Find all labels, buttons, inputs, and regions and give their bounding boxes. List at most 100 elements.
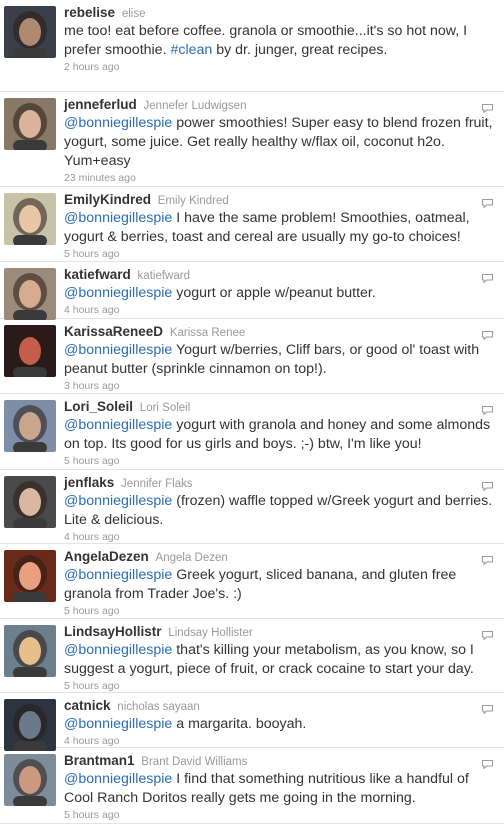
tweet-text: @bonniegillespie Yogurt w/berries, Cliff… xyxy=(64,341,498,379)
mention-link[interactable]: @bonniegillespie xyxy=(64,567,172,583)
reply-icon[interactable] xyxy=(481,103,494,114)
timestamp-link[interactable]: 5 hours ago xyxy=(64,604,498,620)
screen-name-link[interactable]: AngelaDezen xyxy=(64,549,149,564)
avatar-image xyxy=(4,476,56,528)
mention-link[interactable]: @bonniegillespie xyxy=(64,493,172,509)
tweet-body: a margarita. booyah. xyxy=(176,716,307,732)
tweet-header: LindsayHollistr Lindsay Hollister xyxy=(64,623,498,640)
mention-link[interactable]: @bonniegillespie xyxy=(64,642,172,658)
full-name: Angela Dezen xyxy=(155,552,228,564)
screen-name-link[interactable]: LindsayHollistr xyxy=(64,624,162,639)
tweet-header: catnick nicholas sayaan xyxy=(64,697,498,714)
tweet-item[interactable]: Lori_Soleil Lori Soleil @bonniegillespie… xyxy=(0,394,504,470)
timestamp-link[interactable]: 5 hours ago xyxy=(64,247,498,263)
tweet-item[interactable]: catnick nicholas sayaan @bonniegillespie… xyxy=(0,693,504,751)
avatar[interactable] xyxy=(4,699,56,751)
avatar[interactable] xyxy=(4,550,56,602)
mention-link[interactable]: @bonniegillespie xyxy=(64,771,172,787)
tweet-text: @bonniegillespie yogurt with granola and… xyxy=(64,416,498,454)
avatar[interactable] xyxy=(4,193,56,245)
tweet-text: @bonniegillespie that's killing your met… xyxy=(64,641,498,679)
tweet-item[interactable]: KarissaReneeD Karissa Renee @bonniegille… xyxy=(0,319,504,394)
tweet-body-continued: by dr. junger, great recipes. xyxy=(216,42,388,58)
timestamp-link[interactable]: 2 hours ago xyxy=(64,60,498,76)
screen-name-link[interactable]: KarissaReneeD xyxy=(64,324,163,339)
tweet-header: jenflaks Jennifer Flaks xyxy=(64,474,498,491)
screen-name-link[interactable]: rebelise xyxy=(64,5,115,20)
timestamp-link[interactable]: 5 hours ago xyxy=(64,454,498,470)
screen-name-link[interactable]: catnick xyxy=(64,698,111,713)
tweet-header: Brantman1 Brant David Williams xyxy=(64,752,498,769)
full-name: Brant David Williams xyxy=(141,756,248,768)
avatar[interactable] xyxy=(4,625,56,677)
avatar-image xyxy=(4,550,56,602)
avatar-image xyxy=(4,6,56,58)
mention-link[interactable]: @bonniegillespie xyxy=(64,342,172,358)
avatar-image xyxy=(4,400,56,452)
tweet-text: @bonniegillespie power smoothies! Super … xyxy=(64,114,498,171)
reply-icon[interactable] xyxy=(481,405,494,416)
reply-icon[interactable] xyxy=(481,273,494,284)
avatar-image xyxy=(4,699,56,751)
mention-link[interactable]: @bonniegillespie xyxy=(64,417,172,433)
full-name: katiefward xyxy=(137,270,190,282)
full-name: Jennefer Ludwigsen xyxy=(143,100,247,112)
tweet-header: Lori_Soleil Lori Soleil xyxy=(64,398,498,415)
mention-link[interactable]: @bonniegillespie xyxy=(64,716,172,732)
screen-name-link[interactable]: jenneferlud xyxy=(64,97,137,112)
mention-link[interactable]: @bonniegillespie xyxy=(64,115,172,131)
tweet-item[interactable]: Brantman1 Brant David Williams @bonniegi… xyxy=(0,748,504,824)
tweet-item[interactable]: jenneferlud Jennefer Ludwigsen @bonniegi… xyxy=(0,92,504,187)
tweet-header: katiefward katiefward xyxy=(64,266,498,283)
full-name: Lori Soleil xyxy=(139,402,191,414)
reply-icon[interactable] xyxy=(481,704,494,715)
avatar-image xyxy=(4,325,56,377)
avatar[interactable] xyxy=(4,325,56,377)
screen-name-link[interactable]: Lori_Soleil xyxy=(64,399,133,414)
mention-link[interactable]: @bonniegillespie xyxy=(64,210,172,226)
full-name: Jennifer Flaks xyxy=(121,478,193,490)
tweet-text: @bonniegillespie (frozen) waffle topped … xyxy=(64,492,498,530)
avatar[interactable] xyxy=(4,268,56,320)
tweet-item[interactable]: jenflaks Jennifer Flaks @bonniegillespie… xyxy=(0,470,504,544)
tweet-item[interactable]: AngelaDezen Angela Dezen @bonniegillespi… xyxy=(0,544,504,619)
avatar[interactable] xyxy=(4,98,56,150)
avatar[interactable] xyxy=(4,400,56,452)
timestamp-link[interactable]: 23 minutes ago xyxy=(64,171,498,187)
reply-icon[interactable] xyxy=(481,198,494,209)
avatar[interactable] xyxy=(4,476,56,528)
full-name: Lindsay Hollister xyxy=(168,627,253,639)
avatar-image xyxy=(4,754,56,806)
timestamp-link[interactable]: 4 hours ago xyxy=(64,303,498,319)
avatar-image xyxy=(4,268,56,320)
screen-name-link[interactable]: jenflaks xyxy=(64,475,114,490)
reply-icon[interactable] xyxy=(481,481,494,492)
tweet-text: @bonniegillespie a margarita. booyah. xyxy=(64,715,498,734)
timestamp-link[interactable]: 5 hours ago xyxy=(64,808,498,824)
reply-icon[interactable] xyxy=(481,330,494,341)
reply-icon[interactable] xyxy=(481,630,494,641)
reply-icon[interactable] xyxy=(481,555,494,566)
avatar[interactable] xyxy=(4,754,56,806)
tweet-header: AngelaDezen Angela Dezen xyxy=(64,548,498,565)
full-name: Karissa Renee xyxy=(169,327,246,339)
tweet-header: jenneferlud Jennefer Ludwigsen xyxy=(64,96,498,113)
avatar-image xyxy=(4,193,56,245)
tweet-header: EmilyKindred Emily Kindred xyxy=(64,191,498,208)
avatar[interactable] xyxy=(4,6,56,58)
hashtag-link[interactable]: #clean xyxy=(170,42,212,58)
screen-name-link[interactable]: katiefward xyxy=(64,267,131,282)
tweet-item[interactable]: rebelise elise me too! eat before coffee… xyxy=(0,0,504,92)
tweet-header: rebelise elise xyxy=(64,4,498,21)
screen-name-link[interactable]: Brantman1 xyxy=(64,753,135,768)
timestamp-link[interactable]: 3 hours ago xyxy=(64,379,498,395)
tweet-item[interactable]: LindsayHollistr Lindsay Hollister @bonni… xyxy=(0,619,504,693)
tweet-header: KarissaReneeD Karissa Renee xyxy=(64,323,498,340)
mention-link[interactable]: @bonniegillespie xyxy=(64,285,172,301)
tweet-item[interactable]: katiefward katiefward @bonniegillespie y… xyxy=(0,262,504,320)
tweet-text: @bonniegillespie Greek yogurt, sliced ba… xyxy=(64,566,498,604)
tweet-text: @bonniegillespie yogurt or apple w/peanu… xyxy=(64,284,498,303)
screen-name-link[interactable]: EmilyKindred xyxy=(64,192,151,207)
tweet-item[interactable]: EmilyKindred Emily Kindred @bonniegilles… xyxy=(0,187,504,262)
reply-icon[interactable] xyxy=(481,759,494,770)
